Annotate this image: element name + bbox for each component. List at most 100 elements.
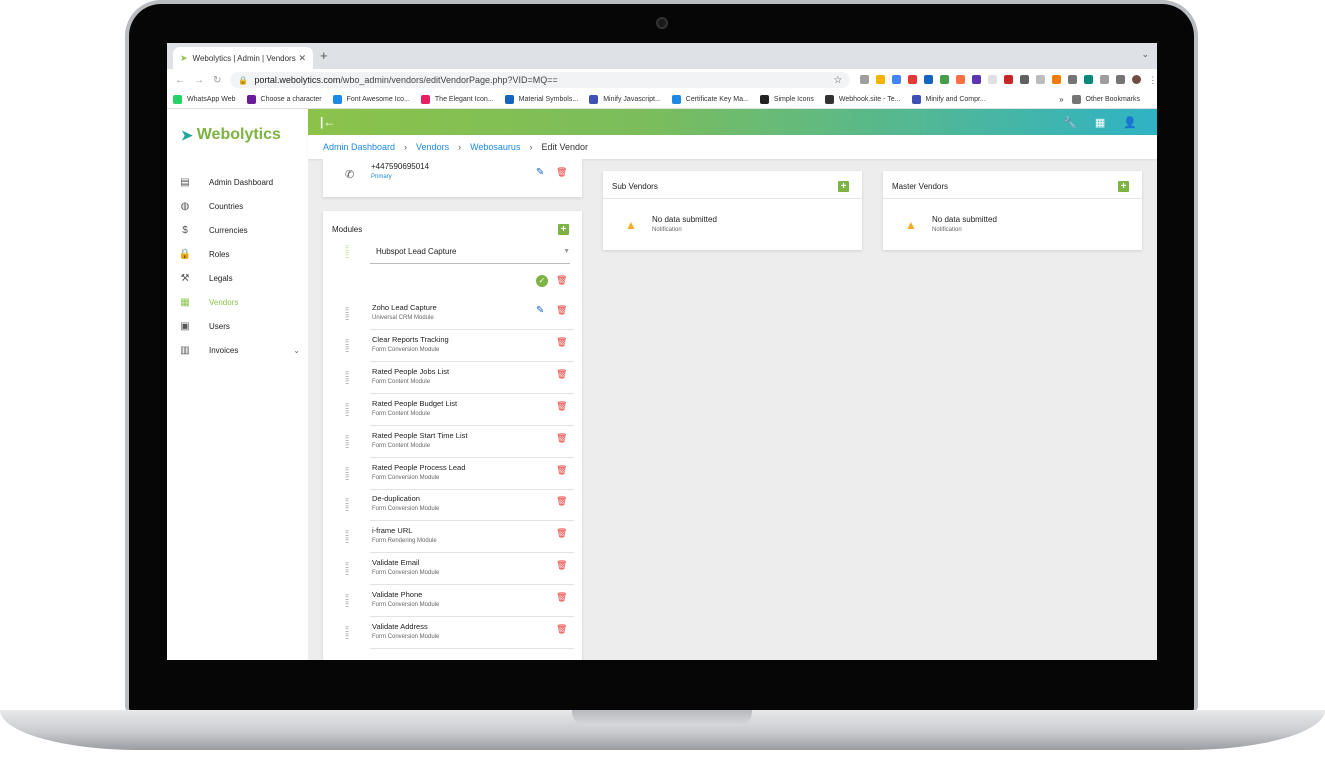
delete-module-icon[interactable]: 🗑 [556,465,567,476]
extension-icon[interactable] [988,74,998,84]
extension-icon[interactable] [1004,74,1014,84]
webolytics-favicon-icon: ➤ [180,52,188,63]
delete-module-icon[interactable]: 🗑 [556,401,567,412]
extension-icon[interactable] [908,74,918,84]
extension-icon[interactable] [1052,74,1062,84]
puzzle-icon[interactable] [1100,74,1110,84]
sidebar-item-invoices[interactable]: ▥ Invoices ⌄ [167,338,308,362]
module-name: Validate Email [372,558,420,568]
extension-icon[interactable] [924,74,934,84]
module-name: Zoho Lead Capture [372,303,437,312]
account-icon[interactable]: 👤 [1123,116,1137,129]
extension-icon[interactable] [860,74,870,84]
breadcrumb-webosaurus[interactable]: Webosaurus [470,142,520,152]
add-master-vendor-button[interactable]: + [1118,181,1129,192]
delete-module-icon[interactable]: 🗑 [556,337,567,348]
sidebar-item-currencies[interactable]: $ Currencies [167,218,308,242]
extension-icon[interactable] [1084,74,1094,84]
bookmark-label: Webhook.site - Te... [838,96,901,103]
extension-icon[interactable] [1068,74,1078,84]
browser-tab[interactable]: ➤ Webolytics | Admin | Vendors ✕ [173,47,313,69]
confirm-check-icon[interactable]: ✓ [536,275,548,287]
extension-icon[interactable] [1036,74,1046,84]
forward-icon[interactable]: → [194,75,204,86]
delete-module-icon[interactable]: 🗑 [556,592,567,603]
extension-icon[interactable] [956,74,966,84]
bookmark-label: WhatsApp Web [187,96,236,103]
delete-module-icon[interactable]: 🗑 [556,305,567,316]
close-tab-icon[interactable]: ✕ [298,53,306,64]
bookmark-label: Minify Javascript... [603,96,661,103]
bookmark-star-icon[interactable]: ☆ [833,75,842,86]
module-type: Universal CRM Module [372,315,434,321]
profile-avatar[interactable] [1132,74,1142,84]
module-row: Rated People Budget List Form Content Mod… [370,395,574,426]
bookmark-item[interactable]: Font Awesome Ico... [332,95,410,104]
extension-icon[interactable] [876,74,886,84]
chevron-down-icon[interactable]: ⌄ [293,346,300,355]
bookmark-item[interactable]: Material Symbols... [504,95,579,104]
delete-module-icon[interactable]: 🗑 [556,528,567,539]
module-type: Form Conversion Module [372,346,440,353]
kebab-menu-icon[interactable]: ⋮ [1148,75,1157,86]
edit-module-icon[interactable]: ✎ [536,305,544,316]
sidebar-item-countries[interactable]: ◍ Countries [167,194,308,218]
globe-icon: ◍ [180,200,190,212]
reload-icon[interactable]: ↻ [213,75,221,86]
edit-phone-icon[interactable]: ✎ [536,167,544,178]
bookmark-favicon-icon [420,95,430,104]
delete-module-icon[interactable]: 🗑 [556,369,567,380]
empty-title: No data submitted [652,215,717,224]
bookmarks-more-button[interactable]: » [1059,95,1063,104]
url-field[interactable]: 🔒 portal.webolytics.com /wbo_admin/vendo… [230,72,851,88]
wrench-icon[interactable]: 🔧 [1063,116,1077,129]
extension-icon[interactable] [940,74,950,84]
bookmark-item[interactable]: The Elegant Icon... [420,95,494,104]
sidebar-item-roles[interactable]: 🔒 Roles [167,242,308,266]
back-icon[interactable]: ← [175,75,185,86]
bookmark-item[interactable]: Simple Icons [759,95,814,104]
sidebar-item-users[interactable]: ▣ Users [167,314,308,338]
sidebar-item-vendors[interactable]: ▦ Vendors [167,290,308,314]
sidebar-item-label: Roles [209,249,230,259]
breadcrumb-admin-dashboard[interactable]: Admin Dashboard [323,142,395,152]
bookmark-item[interactable]: Choose a character [246,95,322,104]
users-icon: ▣ [180,320,190,332]
extension-icon[interactable] [972,74,982,84]
other-bookmarks[interactable]: Other Bookmarks [1071,95,1140,104]
bookmark-item[interactable]: Certificate Key Ma... [671,95,749,104]
delete-phone-icon[interactable]: 🗑 [556,167,567,178]
delete-module-icon[interactable]: 🗑 [556,624,567,635]
dashboard-grid-icon[interactable]: ▦ [1095,116,1105,129]
module-row: De-duplication Form Conversion Module 🗑 [370,490,574,522]
tab-search-icon[interactable]: ⌄ [1141,49,1149,60]
sidepanel-icon[interactable] [1116,74,1126,84]
sidebar-item-label: Vendors [209,297,239,307]
breadcrumb-vendors[interactable]: Vendors [416,142,449,152]
bookmark-item[interactable]: Minify Javascript... [589,95,661,104]
sidebar-item-label: Currencies [209,225,248,235]
bookmark-item[interactable]: Minify and Compr... [911,95,986,104]
sidebar-item-admin-dashboard[interactable]: ▤ Admin Dashboard [167,170,308,194]
delete-module-icon[interactable]: 🗑 [556,560,567,571]
extension-icon[interactable] [1020,74,1030,84]
folder-icon [1071,95,1081,104]
collapse-sidebar-icon[interactable]: |← [320,115,335,129]
delete-module-icon[interactable]: 🗑 [556,496,567,507]
extension-icon[interactable] [892,74,902,84]
add-module-button[interactable]: + [558,224,569,235]
sub-vendors-title: Sub Vendors [612,182,658,191]
sidebar-item-legals[interactable]: ⚒ Legals [167,266,308,290]
new-tab-button[interactable]: + [320,48,328,63]
delete-selected-icon[interactable]: 🗑 [556,275,567,286]
dollar-icon: $ [182,224,188,236]
delete-module-icon[interactable]: 🗑 [556,433,567,444]
bookmark-item[interactable]: Webhook.site - Te... [824,95,901,104]
add-sub-vendor-button[interactable]: + [838,181,849,192]
module-icon: ⫶⫶⫶ ⫶⫶⫶ [345,625,349,641]
logo[interactable]: ➤ Webolytics [167,109,308,161]
bookmark-item[interactable]: WhatsApp Web [173,95,236,104]
module-select[interactable]: Hubspot Lead Capture ▼ [370,240,570,264]
bookmarks-bar: WhatsApp Web Choose a character Font Aweso… [167,91,1157,109]
bookmark-label: Material Symbols... [518,96,579,103]
